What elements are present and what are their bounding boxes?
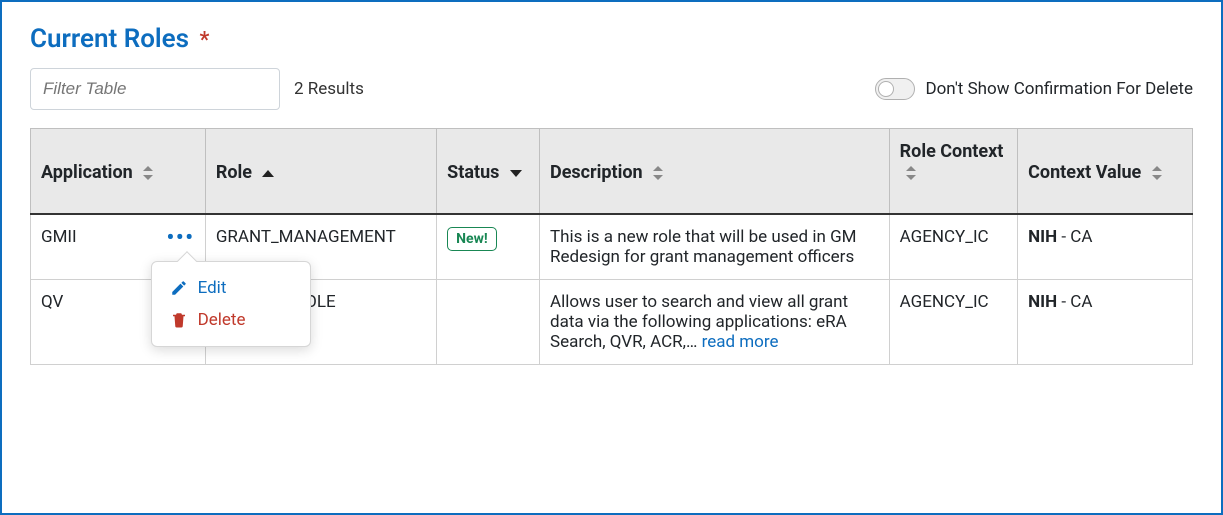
col-header-role[interactable]: Role (205, 129, 436, 215)
menu-delete[interactable]: Delete (166, 304, 296, 336)
sort-desc-icon (510, 170, 522, 177)
cell-description: This is a new role that will be used in … (540, 214, 890, 280)
col-label: Role (216, 162, 252, 183)
read-more-link[interactable]: read more (702, 332, 779, 352)
col-header-context-value[interactable]: Context Value (1018, 129, 1193, 215)
confirm-delete-toggle-wrap: Don't Show Confirmation For Delete (875, 78, 1193, 100)
cell-context-value: NIH - CA (1018, 280, 1193, 365)
col-header-description[interactable]: Description (540, 129, 890, 215)
cell-status: New! (437, 214, 540, 280)
menu-edit-label: Edit (198, 278, 227, 298)
status-badge-new: New! (447, 227, 497, 251)
menu-edit[interactable]: Edit (166, 272, 296, 304)
filter-table-input[interactable] (30, 68, 280, 110)
panel-title: Current Roles * (30, 24, 1193, 54)
sort-icon (1152, 166, 1162, 180)
cell-application: QV (41, 292, 63, 312)
toolbar: 2 Results Don't Show Confirmation For De… (30, 68, 1193, 110)
edit-icon (170, 279, 188, 297)
current-roles-panel: Current Roles * 2 Results Don't Show Con… (0, 0, 1223, 515)
col-header-application[interactable]: Application (31, 129, 206, 215)
confirm-delete-toggle-label: Don't Show Confirmation For Delete (925, 79, 1193, 99)
col-label: Description (550, 162, 643, 183)
row-actions-menu: Edit Delete (151, 261, 311, 347)
cell-description: Allows user to search and view all grant… (540, 280, 890, 365)
col-header-role-context[interactable]: Role Context (889, 129, 1018, 215)
sort-icon (653, 166, 663, 180)
col-label: Application (41, 162, 133, 183)
col-label: Context Value (1028, 162, 1141, 183)
col-label: Status (447, 162, 499, 183)
confirm-delete-toggle[interactable] (875, 78, 915, 100)
required-asterisk: * (200, 28, 210, 53)
cell-role-context: AGENCY_IC (889, 214, 1018, 280)
row-actions-trigger[interactable]: ••• (167, 227, 195, 247)
cell-status (437, 280, 540, 365)
panel-title-text: Current Roles (30, 24, 189, 54)
col-label: Role Context (900, 141, 1004, 162)
cell-context-value: NIH - CA (1018, 214, 1193, 280)
cell-role-context: AGENCY_IC (889, 280, 1018, 365)
trash-icon (170, 311, 188, 329)
sort-icon (143, 166, 153, 180)
results-count: 2 Results (294, 79, 364, 99)
cell-application: GMII (41, 227, 77, 247)
col-header-status[interactable]: Status (437, 129, 540, 215)
sort-icon (906, 166, 916, 180)
sort-asc-icon (262, 170, 274, 177)
menu-delete-label: Delete (198, 310, 246, 330)
